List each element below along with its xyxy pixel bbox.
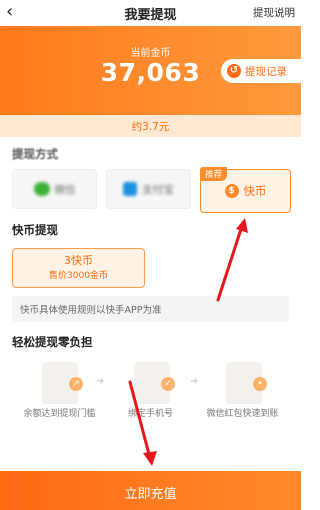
rule-note-text: 快币具体使用规则以快手APP为准 [20,305,162,316]
alipay-icon [123,182,138,196]
kuaibi-amount-value: 3快币 [64,254,93,267]
withdraw-help-link[interactable]: 提现说明 [253,5,295,20]
coin-balance-caption: 当前金币 [130,48,171,59]
wechat-redpacket-icon: • [226,362,267,404]
balance-icon: ↗ [42,362,83,404]
method-option-wechat[interactable]: 微信 [12,169,97,209]
withdraw-records-label: 提现记录 [245,65,287,78]
step-label: 余额达到提现门槛 [23,409,96,419]
kuaibi-icon: $ [224,184,239,198]
method-option-alipay[interactable]: 支付宝 [106,169,191,209]
method-option-label: 微信 [54,183,76,196]
method-option-label: 支付宝 [142,183,174,196]
records-icon: ↺ [227,64,241,78]
phone-bind-icon: ✓ [134,362,175,404]
recommended-badge: 推荐 [200,167,228,181]
step-arrow-icon: ➜ [96,376,105,387]
step-label: 绑定手机号 [127,409,173,419]
withdraw-records-button[interactable]: ↺ 提现记录 [221,59,301,83]
withdraw-method-title: 提现方式 [12,147,58,161]
easy-withdraw-title: 轻松提现零负担 [12,335,93,349]
annotation-arrow-kuaibi [216,218,248,302]
recharge-button-label: 立即充值 [124,487,177,502]
step-arrow-icon: ➜ [190,376,199,387]
approx-value-text: 约3.7元 [131,121,170,133]
method-option-label: 快币 [243,184,267,198]
wechat-icon [33,182,50,196]
kuaibi-withdraw-title: 快币提现 [12,223,58,237]
step-label: 微信红包快速到账 [206,409,279,419]
kuaibi-amount-price: 售价3000金币 [49,271,108,281]
